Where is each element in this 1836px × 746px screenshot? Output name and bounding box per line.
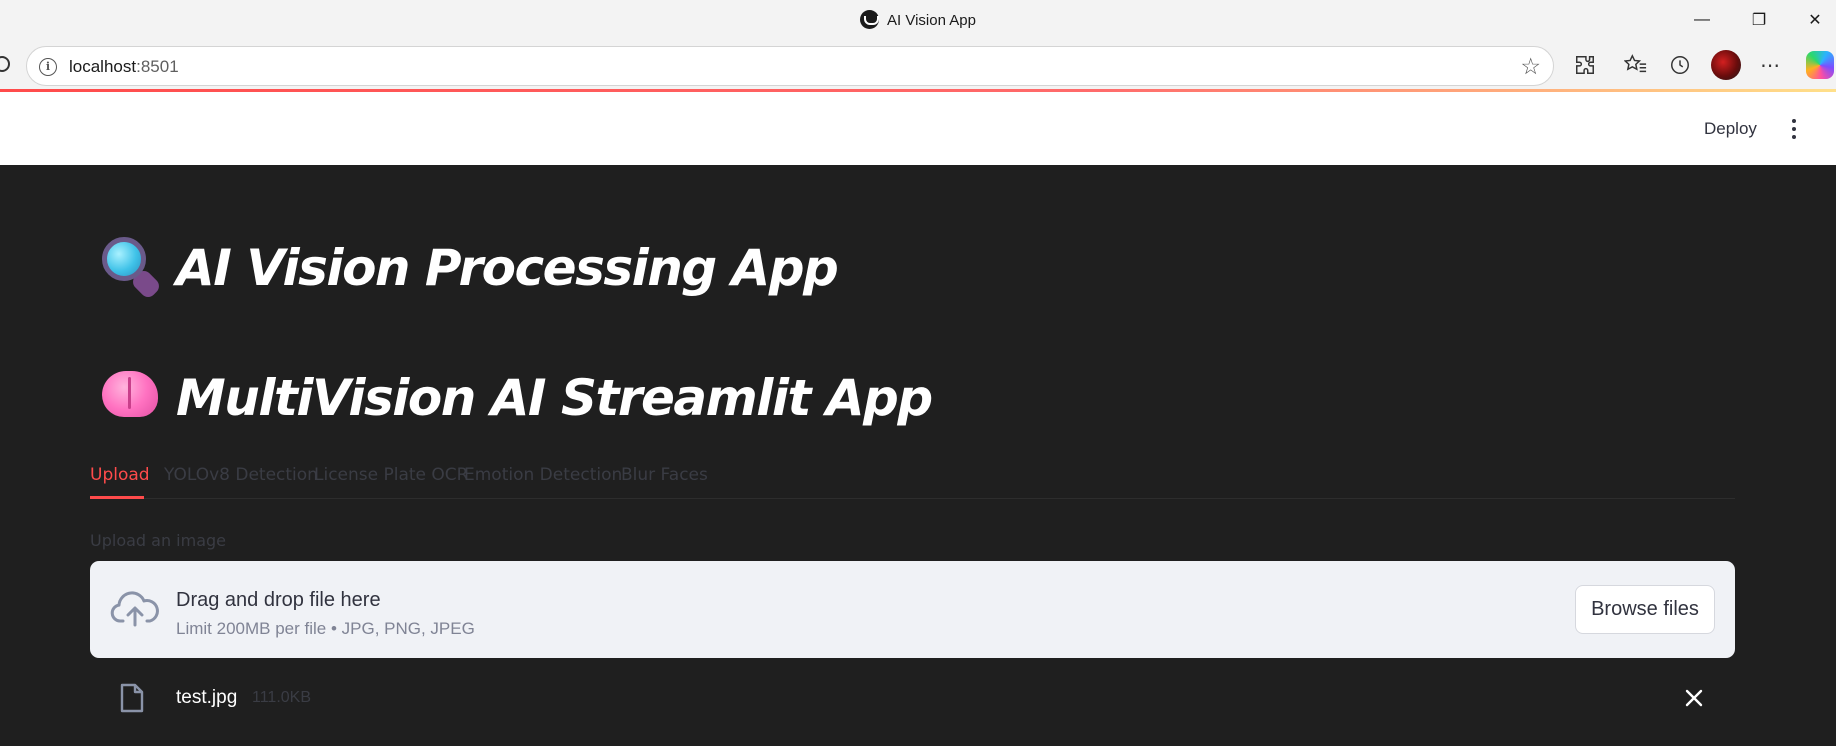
extensions-icon[interactable] — [1572, 52, 1598, 78]
browse-files-button[interactable]: Browse files — [1575, 585, 1715, 634]
reload-icon[interactable] — [0, 56, 10, 72]
app-crown-icon — [860, 10, 880, 29]
minimize-button[interactable]: — — [1688, 8, 1716, 32]
copilot-icon[interactable] — [1806, 51, 1834, 79]
url-host: localhost — [69, 57, 137, 76]
window-titlebar: AI Vision App — ❐ ✕ — [0, 0, 1836, 42]
main-content: AI Vision Processing App MultiVision AI … — [0, 165, 1836, 746]
tab-emotion-detection[interactable]: Emotion Detection — [464, 465, 622, 485]
file-name: test.jpg — [176, 687, 238, 708]
file-dropzone[interactable]: Drag and drop file here Limit 200MB per … — [90, 561, 1735, 658]
upload-label: Upload an image — [90, 531, 227, 550]
restore-button[interactable]: ❐ — [1745, 8, 1773, 32]
tab-blur-faces[interactable]: Blur Faces — [621, 465, 708, 485]
favorite-star-icon[interactable]: ☆ — [1520, 53, 1541, 80]
tab-list: Upload YOLOv8 Detection License Plate OC… — [90, 459, 1735, 499]
file-size: 111.0KB — [252, 689, 312, 706]
tab-license-plate-ocr[interactable]: License Plate OCR — [314, 465, 468, 485]
url-text[interactable]: localhost:8501 — [69, 57, 179, 77]
main-menu-icon[interactable] — [1780, 112, 1808, 146]
window-title-text: AI Vision App — [887, 12, 976, 29]
site-info-icon[interactable]: i — [39, 58, 57, 76]
dropzone-limits: Limit 200MB per file • JPG, PNG, JPEG — [176, 619, 475, 638]
history-icon[interactable] — [1667, 52, 1693, 78]
cloud-upload-icon — [110, 591, 159, 627]
magnifying-glass-icon — [102, 237, 163, 301]
close-window-button[interactable]: ✕ — [1801, 8, 1829, 32]
tab-yolov8-detection[interactable]: YOLOv8 Detection — [164, 465, 318, 485]
more-options-icon[interactable]: ⋯ — [1757, 52, 1783, 78]
app-header: Deploy — [0, 92, 1836, 165]
page-subtitle: MultiVision AI Streamlit App — [102, 367, 933, 427]
deploy-button[interactable]: Deploy — [1690, 112, 1771, 146]
profile-avatar[interactable] — [1711, 50, 1741, 80]
window-title: AI Vision App — [0, 10, 1836, 29]
address-bar[interactable]: i localhost:8501 ☆ — [26, 46, 1554, 86]
browser-toolbar: i localhost:8501 ☆ ⋯ — [0, 42, 1836, 90]
page-title-text: AI Vision Processing App — [176, 239, 839, 297]
favorites-icon[interactable] — [1623, 52, 1649, 78]
dropzone-title: Drag and drop file here — [176, 589, 381, 611]
brain-icon — [102, 367, 158, 423]
url-port: :8501 — [136, 57, 179, 76]
remove-file-icon[interactable] — [1683, 687, 1705, 709]
active-tab-indicator — [90, 496, 144, 499]
file-icon — [120, 683, 144, 713]
page-subtitle-text: MultiVision AI Streamlit App — [176, 369, 933, 427]
tab-upload[interactable]: Upload — [90, 465, 150, 485]
page-title: AI Vision Processing App — [102, 237, 839, 301]
uploaded-file-row: test.jpg 111.0KB — [90, 675, 1735, 725]
